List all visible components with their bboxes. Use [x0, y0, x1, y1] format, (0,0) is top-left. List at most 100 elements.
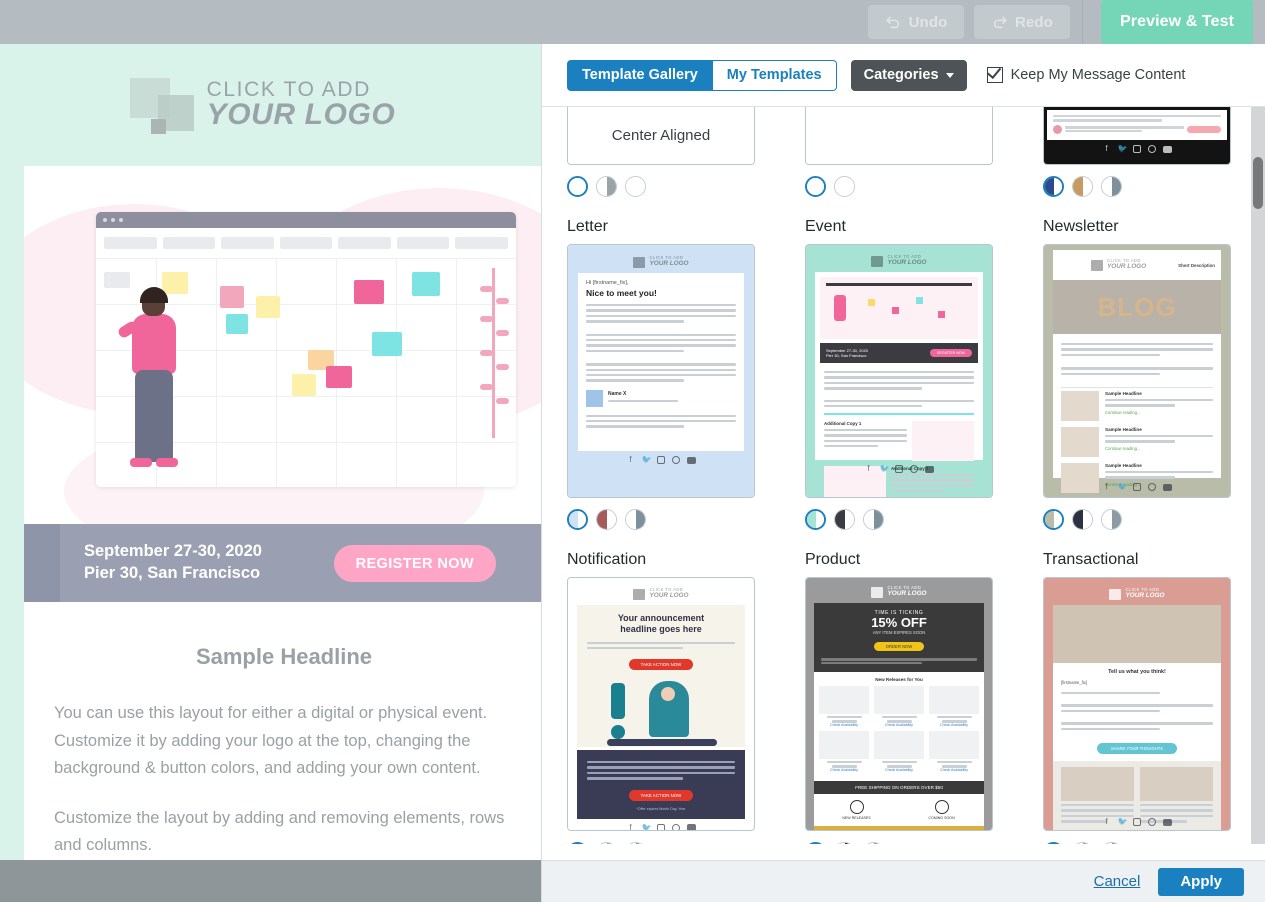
color-swatch[interactable]	[863, 842, 884, 844]
tab-my-templates[interactable]: My Templates	[712, 59, 837, 91]
event-details-bar[interactable]: September 27-30, 2020 Pier 30, San Franc…	[24, 524, 541, 602]
undo-button[interactable]: Undo	[868, 5, 964, 39]
color-swatch[interactable]	[625, 842, 646, 844]
color-swatch[interactable]	[596, 842, 617, 844]
undo-arrow-icon	[885, 14, 902, 31]
template-card: f 🐦	[1043, 107, 1252, 207]
color-swatch[interactable]	[834, 842, 855, 844]
template-card: Product CLICK TO ADD YOUR LOGO TIME IS TI…	[805, 540, 1043, 844]
logo-placeholder[interactable]: CLICK TO ADD YOUR LOGO	[129, 77, 396, 134]
tab-template-gallery[interactable]: Template Gallery	[567, 59, 713, 91]
color-swatch[interactable]	[805, 176, 826, 197]
template-thumbnail[interactable]: CLICK TO ADD YOUR LOGO Your announcement h…	[567, 577, 755, 831]
event-bar-accent	[24, 524, 60, 602]
keep-my-message-content-checkbox[interactable]: Keep My Message Content	[986, 67, 1186, 83]
redo-label: Redo	[1015, 13, 1053, 31]
gallery-scrollbar[interactable]	[1251, 107, 1265, 844]
cancel-button[interactable]: Cancel	[1094, 873, 1141, 890]
plant-illustration	[476, 268, 510, 478]
template-card: Transactional CLICK TO ADD YOUR LOGO Tell…	[1043, 540, 1252, 844]
template-thumbnail[interactable]: f 🐦	[1043, 107, 1231, 165]
logo-squares-icon	[129, 77, 194, 134]
color-swatch-list	[1043, 831, 1252, 844]
template-thumbnail[interactable]	[805, 107, 993, 165]
template-card: Center Aligned	[567, 107, 805, 207]
redo-arrow-icon	[991, 14, 1008, 31]
color-swatch-list	[805, 498, 1043, 540]
color-swatch[interactable]	[596, 176, 617, 197]
color-swatch[interactable]	[834, 509, 855, 530]
color-swatch-list	[1043, 498, 1252, 540]
email-logo-row[interactable]: CLICK TO ADD YOUR LOGO	[0, 44, 541, 166]
undo-label: Undo	[908, 13, 948, 31]
template-card: Event CLICK TO ADD YOUR LOGO September 2…	[805, 207, 1043, 540]
editor-bottom-bar	[0, 860, 541, 902]
template-card: Letter CLICK TO ADD YOUR LOGO Hi [firstna…	[567, 207, 805, 540]
template-thumbnail[interactable]: CLICK TO ADD YOUR LOGO Short Description …	[1043, 244, 1231, 498]
color-swatch[interactable]	[625, 176, 646, 197]
logo-text: CLICK TO ADD YOUR LOGO	[207, 79, 396, 131]
template-title: Notification	[567, 551, 647, 568]
template-grid-scroll-area[interactable]: Center Aligned f 🐦 Letter CLICK TO ADD Y…	[542, 107, 1252, 844]
sample-headline[interactable]: Sample Headline	[24, 602, 541, 700]
gallery-tabs: Template Gallery My Templates	[567, 59, 837, 91]
color-swatch[interactable]	[834, 176, 855, 197]
template-title: Transactional	[1043, 551, 1139, 568]
template-card: Newsletter CLICK TO ADD YOUR LOGO Short D…	[1043, 207, 1252, 540]
logo-line1: CLICK TO ADD	[206, 78, 371, 101]
color-swatch[interactable]	[1072, 842, 1093, 844]
gallery-header: Template Gallery My Templates Categories…	[542, 44, 1265, 107]
template-thumbnail[interactable]: CLICK TO ADD YOUR LOGO TIME IS TICKING 15…	[805, 577, 993, 831]
checkbox-checked-icon	[986, 67, 1003, 83]
color-swatch[interactable]	[567, 176, 588, 197]
apply-button[interactable]: Apply	[1158, 867, 1244, 896]
email-preview-canvas[interactable]: CLICK TO ADD YOUR LOGO September 27-30, …	[0, 44, 541, 902]
color-swatch[interactable]	[596, 509, 617, 530]
color-swatch[interactable]	[863, 509, 884, 530]
top-toolbar: Undo Redo Preview & Test	[0, 0, 1265, 44]
template-thumbnail[interactable]: CLICK TO ADD YOUR LOGO September 27-30, …	[805, 244, 993, 498]
color-swatch[interactable]	[1101, 842, 1122, 844]
template-gallery-panel: Template Gallery My Templates Categories…	[541, 44, 1265, 902]
color-swatch[interactable]	[1043, 509, 1064, 530]
color-swatch[interactable]	[805, 509, 826, 530]
color-swatch[interactable]	[1072, 176, 1093, 197]
scrollbar-thumb[interactable]	[1253, 157, 1263, 209]
logo-line2: YOUR LOGO	[206, 98, 396, 132]
color-swatch-list	[567, 498, 805, 540]
color-swatch[interactable]	[1101, 509, 1122, 530]
template-grid: Center Aligned f 🐦 Letter CLICK TO ADD Y…	[567, 107, 1252, 844]
email-content-card: September 27-30, 2020 Pier 30, San Franc…	[24, 166, 541, 902]
categories-dropdown[interactable]: Categories	[850, 59, 967, 91]
hero-illustration[interactable]	[24, 166, 541, 524]
color-swatch[interactable]	[567, 509, 588, 530]
preview-and-test-button[interactable]: Preview & Test	[1101, 0, 1253, 44]
person-illustration	[116, 287, 198, 480]
template-card: Notification CLICK TO ADD YOUR LOGO Your …	[567, 540, 805, 844]
template-thumbnail[interactable]: CLICK TO ADD YOUR LOGO Hi [firstname_fix]…	[567, 244, 755, 498]
body-paragraph-1: You can use this layout for either a dig…	[54, 704, 488, 778]
color-swatch[interactable]	[625, 509, 646, 530]
color-swatch-list	[567, 165, 805, 207]
toolbar-actions: Undo Redo Preview & Test	[868, 0, 1265, 44]
panel-footer: Cancel Apply	[542, 860, 1265, 902]
keep-content-label: Keep My Message Content	[1010, 67, 1186, 83]
color-swatch[interactable]	[1101, 176, 1122, 197]
calendar-illustration	[96, 212, 516, 487]
template-title: Event	[805, 218, 846, 235]
color-swatch-list	[1043, 165, 1252, 207]
categories-label: Categories	[863, 67, 939, 83]
color-swatch[interactable]	[1043, 842, 1064, 844]
color-swatch[interactable]	[1043, 176, 1064, 197]
template-thumbnail[interactable]: Center Aligned	[567, 107, 755, 165]
redo-button[interactable]: Redo	[974, 5, 1070, 39]
email-body: CLICK TO ADD YOUR LOGO September 27-30, …	[0, 44, 541, 902]
color-swatch[interactable]	[805, 842, 826, 844]
register-now-button[interactable]: REGISTER NOW	[333, 545, 496, 582]
body-paragraph-2: Customize the layout by adding and remov…	[54, 808, 505, 855]
template-thumbnail[interactable]: CLICK TO ADD YOUR LOGO Tell us what you t…	[1043, 577, 1231, 831]
email-body-copy[interactable]: You can use this layout for either a dig…	[24, 700, 541, 860]
color-swatch[interactable]	[1072, 509, 1093, 530]
event-location: Pier 30, San Francisco	[84, 564, 261, 582]
color-swatch[interactable]	[567, 842, 588, 844]
